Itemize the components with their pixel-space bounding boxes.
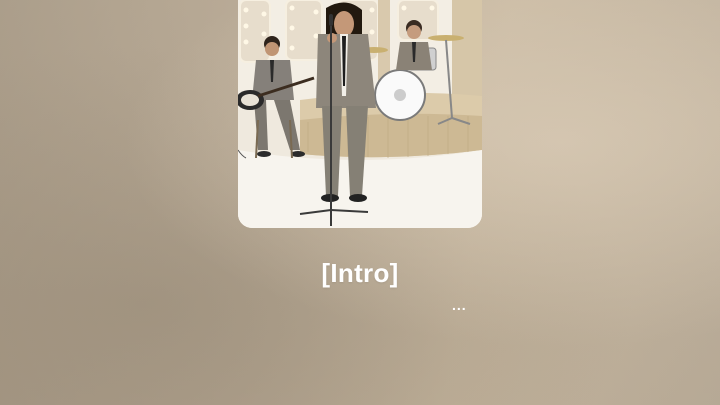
- current-lyric-line: [Intro]: [321, 258, 399, 288]
- album-artwork[interactable]: [238, 0, 482, 228]
- album-artwork-image: [238, 0, 482, 228]
- next-lyric-ellipsis: ...: [452, 297, 467, 313]
